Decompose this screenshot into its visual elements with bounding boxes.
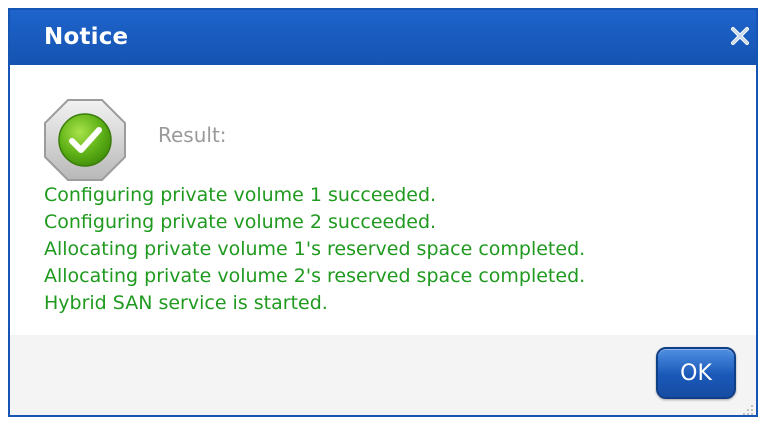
result-messages: Configuring private volume 1 succeeded. … [44,182,585,317]
result-message: Hybrid SAN service is started. [44,292,328,314]
result-message: Allocating private volume 2's reserved s… [44,265,586,287]
result-message: Allocating private volume 1's reserved s… [44,238,586,260]
dialog-footer: OK [10,335,756,415]
result-message: Configuring private volume 2 succeeded. [44,211,437,233]
success-check-icon [43,98,127,182]
result-label: Result: [158,123,227,147]
result-message: Configuring private volume 1 succeeded. [44,184,437,206]
dialog-title: Notice [44,24,129,50]
close-icon[interactable] [728,24,752,48]
notice-dialog: Notice Result: Configuring private volum… [8,8,758,417]
resize-grip-icon[interactable] [742,401,754,415]
ok-button[interactable]: OK [656,347,736,399]
dialog-body: Result: Configuring private volume 1 suc… [10,65,756,339]
dialog-titlebar[interactable]: Notice [10,10,756,65]
